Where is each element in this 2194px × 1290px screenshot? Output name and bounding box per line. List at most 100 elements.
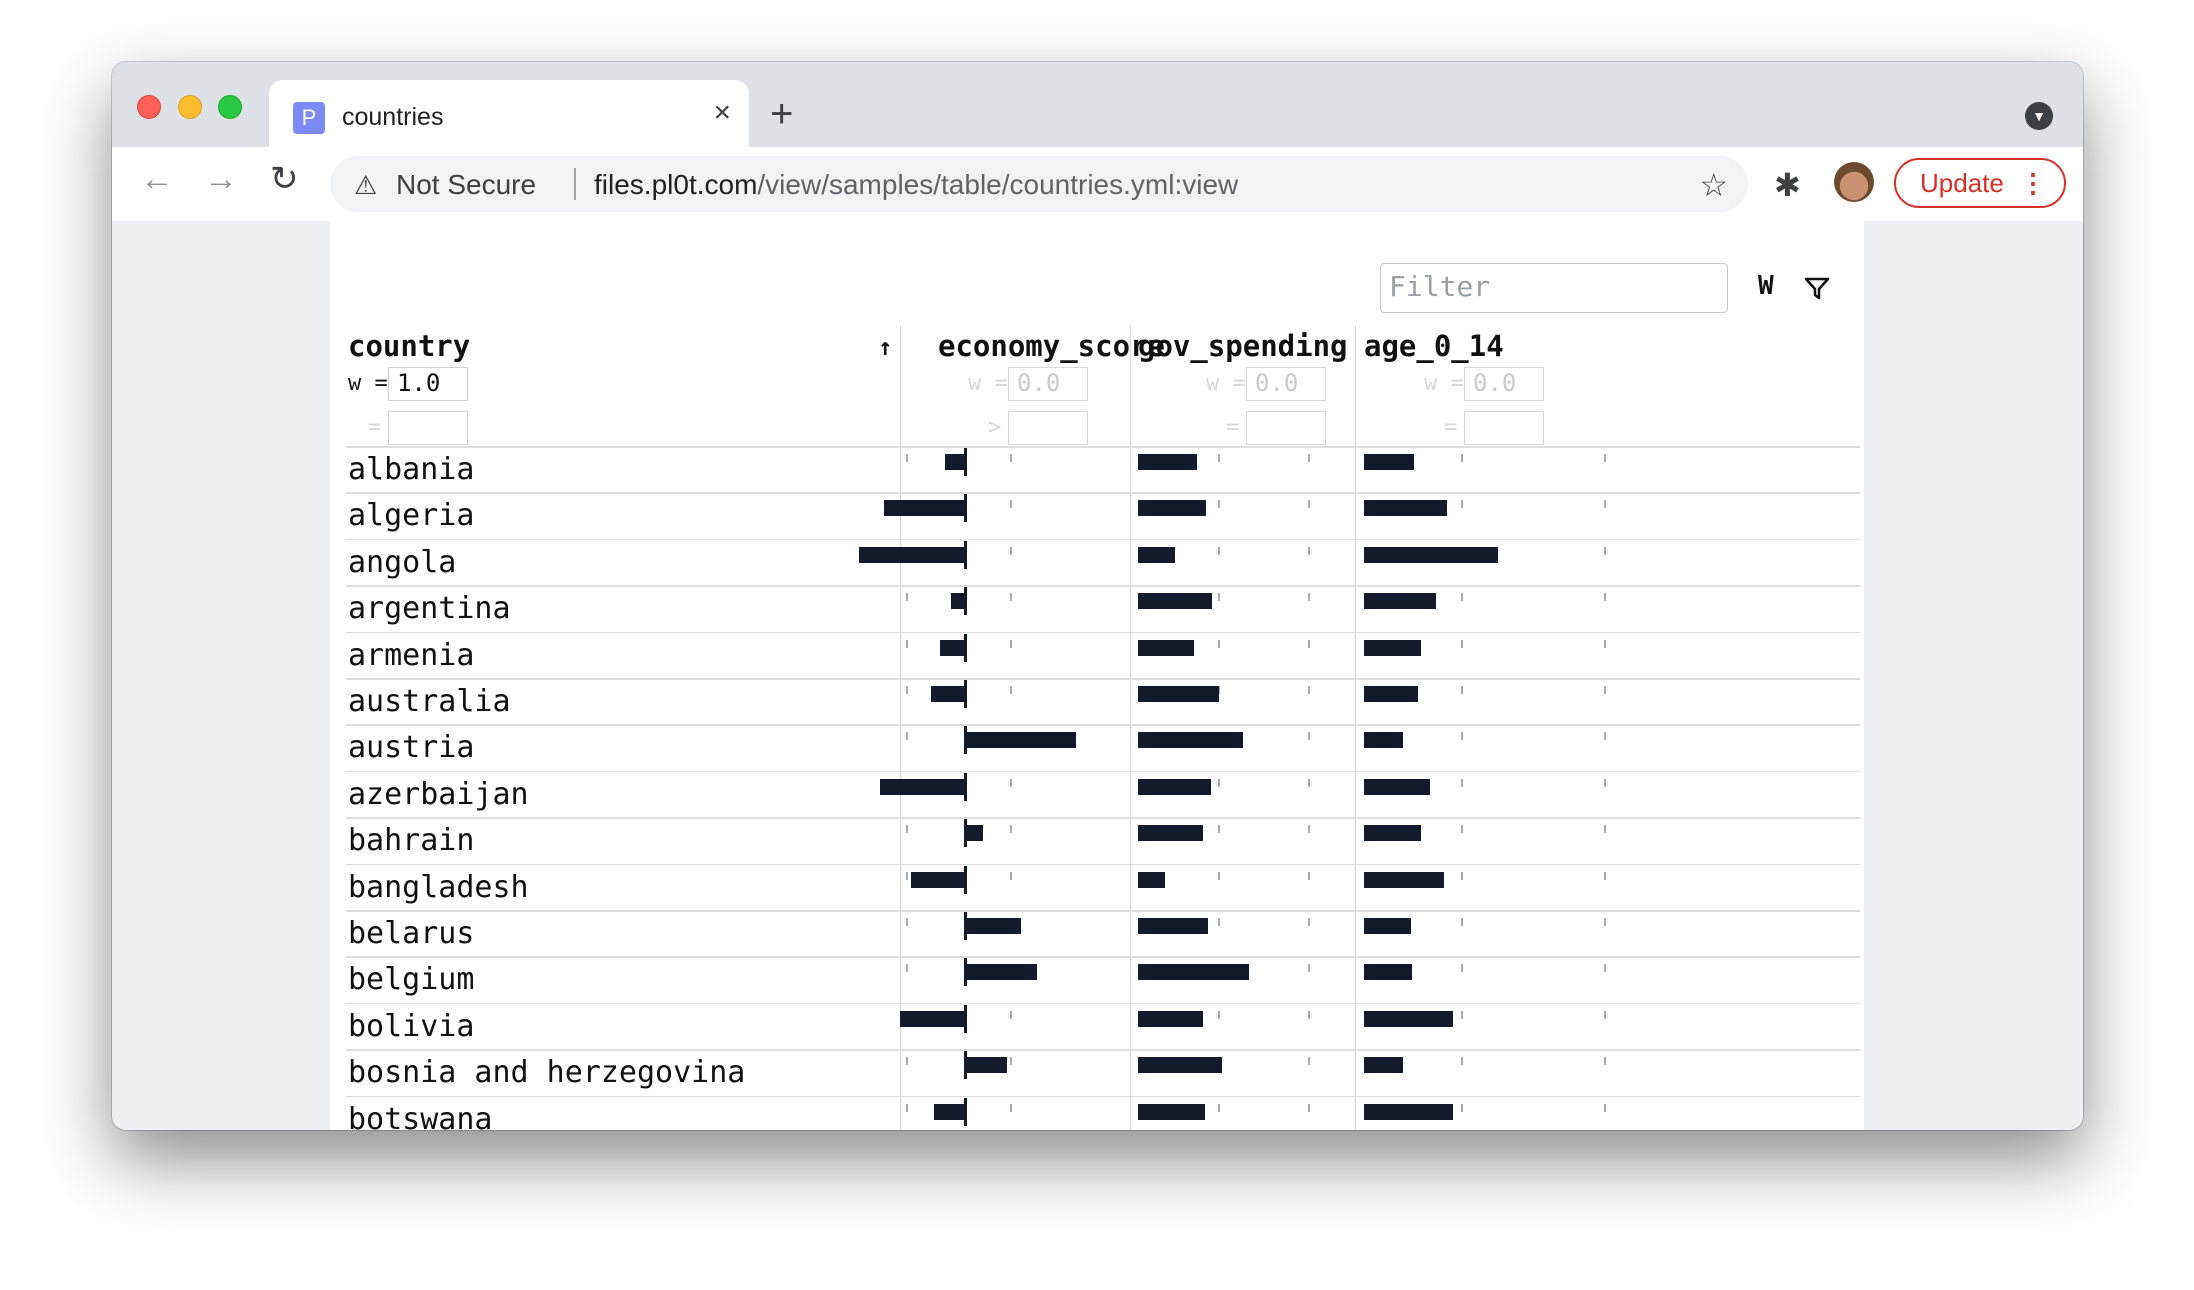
axis-tick bbox=[906, 825, 908, 834]
gov-spending-bar bbox=[1138, 500, 1207, 517]
filter-funnel-icon[interactable] bbox=[1800, 271, 1834, 305]
economy-score-bar bbox=[934, 1103, 965, 1120]
maximize-window-button[interactable] bbox=[218, 95, 242, 119]
axis-tick bbox=[1604, 871, 1606, 880]
axis-tick bbox=[1010, 454, 1012, 462]
age-0-14-bar bbox=[1364, 546, 1499, 563]
filter-value-input-gov-spending[interactable] bbox=[1246, 411, 1326, 445]
weight-input-economy-score[interactable]: 0.0 bbox=[1008, 367, 1088, 401]
axis-tick bbox=[1604, 1010, 1606, 1019]
minimize-window-button[interactable] bbox=[178, 95, 202, 119]
gov-spending-bar bbox=[1138, 593, 1212, 610]
axis-tick bbox=[1461, 1057, 1463, 1066]
tab-countries[interactable]: P countries × bbox=[269, 80, 749, 147]
column-header-age-0-14[interactable]: age_0_14 bbox=[1364, 329, 1504, 363]
economy-zero-line bbox=[964, 587, 967, 616]
row-divider bbox=[346, 724, 1860, 726]
more-menu-icon[interactable]: ⋮ bbox=[2020, 160, 2046, 206]
axis-tick bbox=[906, 639, 908, 648]
axis-tick bbox=[1010, 778, 1012, 787]
country-cell: argentina bbox=[348, 591, 511, 627]
filter-value-input-country[interactable] bbox=[388, 411, 468, 445]
bookmark-star-icon[interactable]: ☆ bbox=[1699, 166, 1728, 204]
country-cell: belgium bbox=[348, 962, 475, 998]
axis-tick bbox=[906, 918, 908, 926]
extensions-puzzle-icon[interactable]: ✱ bbox=[1774, 166, 1801, 204]
tab-search-icon[interactable]: ▼ bbox=[2025, 102, 2053, 130]
axis-tick bbox=[1308, 639, 1310, 648]
tab-close-icon[interactable]: × bbox=[713, 96, 731, 130]
weight-toggle-button[interactable]: W bbox=[1758, 271, 1774, 301]
axis-tick bbox=[1308, 454, 1310, 462]
axis-tick bbox=[1604, 500, 1606, 509]
reload-icon[interactable]: ↻ bbox=[270, 162, 299, 196]
row-divider bbox=[346, 910, 1860, 912]
age-0-14-bar bbox=[1364, 686, 1419, 702]
axis-tick bbox=[1604, 964, 1606, 973]
axis-tick bbox=[1461, 732, 1463, 741]
sort-ascending-icon[interactable]: ↑ bbox=[878, 333, 892, 361]
back-icon[interactable]: ← bbox=[140, 162, 174, 196]
weight-input-age-0-14[interactable]: 0.0 bbox=[1464, 367, 1544, 401]
security-label[interactable]: Not Secure bbox=[396, 169, 536, 201]
gov-spending-bar bbox=[1138, 825, 1204, 842]
age-0-14-bar bbox=[1364, 1057, 1404, 1074]
economy-zero-line bbox=[964, 819, 967, 848]
page-content: Filter W country ↑ economy_score gov_spe… bbox=[112, 221, 2083, 1130]
filter-value-input-economy-score[interactable] bbox=[1008, 411, 1088, 445]
gov-spending-bar bbox=[1138, 871, 1165, 888]
weight-input-gov-spending[interactable]: 0.0 bbox=[1246, 367, 1326, 401]
filter-input[interactable]: Filter bbox=[1380, 263, 1728, 313]
axis-tick bbox=[1308, 1103, 1310, 1112]
age-0-14-bar bbox=[1364, 825, 1421, 842]
axis-tick bbox=[1461, 825, 1463, 834]
column-header-country[interactable]: country bbox=[348, 329, 470, 363]
weight-input-country[interactable]: 1.0 bbox=[388, 367, 468, 401]
update-button[interactable]: Update ⋮ bbox=[1894, 158, 2066, 208]
forward-icon[interactable]: → bbox=[204, 162, 238, 196]
close-window-button[interactable] bbox=[137, 95, 161, 119]
new-tab-button[interactable]: + bbox=[770, 94, 793, 134]
axis-tick bbox=[1604, 546, 1606, 555]
axis-tick bbox=[1461, 454, 1463, 462]
url-text[interactable]: files.pl0t.com/view/samples/table/countr… bbox=[594, 169, 1238, 201]
browser-window: P countries × + ▼ ← → ↻ ⚠ Not Secure fil… bbox=[112, 62, 2083, 1130]
axis-tick bbox=[1010, 825, 1012, 834]
filter-value-input-age-0-14[interactable] bbox=[1464, 411, 1544, 445]
row-divider bbox=[346, 678, 1860, 680]
economy-score-bar bbox=[965, 732, 1077, 749]
column-header-gov-spending[interactable]: gov_spending bbox=[1138, 329, 1348, 363]
warning-icon[interactable]: ⚠ bbox=[354, 170, 377, 201]
economy-score-bar bbox=[951, 593, 965, 610]
axis-tick bbox=[1604, 639, 1606, 648]
gov-spending-bar bbox=[1138, 732, 1244, 749]
gov-spending-bar bbox=[1138, 1010, 1204, 1027]
address-bar[interactable]: ⚠ Not Secure files.pl0t.com/view/samples… bbox=[330, 156, 1748, 212]
gov-spending-bar bbox=[1138, 918, 1208, 934]
country-cell: algeria bbox=[348, 498, 475, 534]
gov-spending-bar bbox=[1138, 1057, 1223, 1074]
filter-op-label: = bbox=[1226, 415, 1240, 440]
axis-tick bbox=[1218, 1103, 1220, 1112]
economy-zero-line bbox=[964, 540, 967, 569]
row-divider bbox=[346, 956, 1860, 958]
axis-tick bbox=[1218, 546, 1220, 555]
axis-tick bbox=[906, 593, 908, 602]
gov-spending-bar bbox=[1138, 686, 1220, 702]
country-cell: albania bbox=[348, 452, 475, 487]
axis-tick bbox=[1308, 593, 1310, 602]
age-0-14-bar bbox=[1364, 639, 1421, 656]
weight-label: w = bbox=[1206, 371, 1246, 396]
country-cell: azerbaijan bbox=[348, 776, 529, 812]
axis-tick bbox=[1308, 732, 1310, 741]
column-header-economy-score[interactable]: economy_score bbox=[938, 329, 1165, 363]
filter-op-label: = bbox=[368, 415, 382, 440]
axis-tick bbox=[1218, 1010, 1220, 1019]
axis-tick bbox=[1604, 778, 1606, 787]
axis-tick bbox=[1010, 1057, 1012, 1066]
age-0-14-bar bbox=[1364, 500, 1448, 517]
profile-avatar[interactable] bbox=[1834, 162, 1874, 202]
tab-strip: P countries × + ▼ bbox=[112, 62, 2083, 147]
row-divider bbox=[346, 770, 1860, 773]
axis-tick bbox=[1308, 825, 1310, 834]
